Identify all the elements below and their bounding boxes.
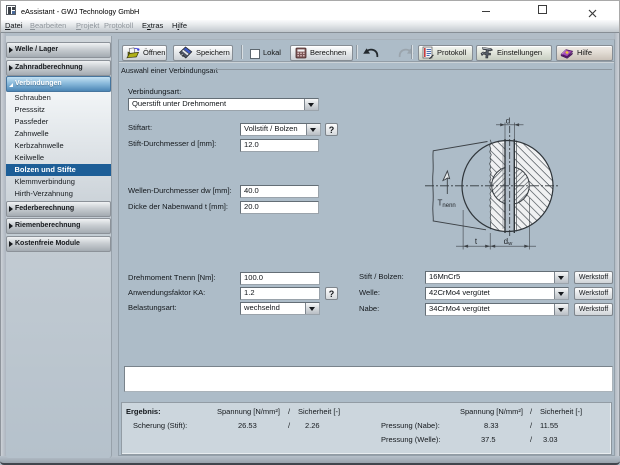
svg-text:Tnenn: Tnenn xyxy=(438,199,456,210)
svg-text:t: t xyxy=(475,237,478,246)
svg-text:dw: dw xyxy=(504,237,513,247)
svg-text:d: d xyxy=(506,116,510,125)
